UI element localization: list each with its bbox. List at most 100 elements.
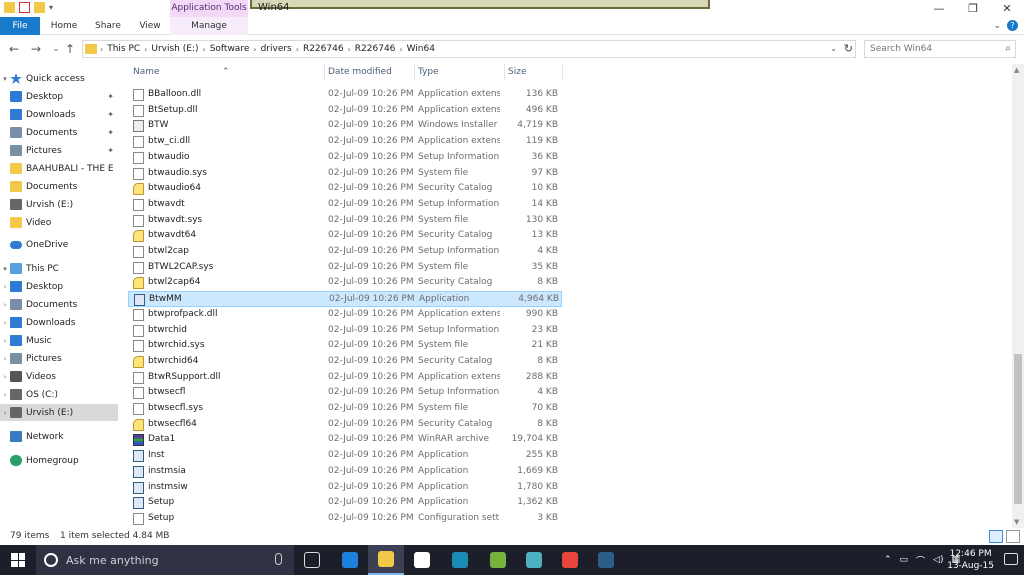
close-button[interactable]: ✕ — [990, 0, 1024, 17]
start-button[interactable] — [0, 545, 36, 575]
tab-view[interactable]: View — [130, 17, 170, 35]
properties-icon[interactable] — [19, 2, 30, 13]
column-type[interactable]: Type — [418, 67, 439, 77]
table-row[interactable]: Data1 02-Jul-09 10:26 PM WinRAR archive 19,… — [128, 432, 562, 448]
taskbar-app-button[interactable] — [442, 545, 478, 575]
table-row[interactable]: btwl2cap64 02-Jul-09 10:26 PM Security Cat… — [128, 275, 562, 291]
volume-icon[interactable]: ◁) — [933, 555, 943, 565]
expanded-arrow-icon[interactable]: ▾ — [0, 75, 10, 83]
sidebar-item-quick-access[interactable]: Pictures ✦ — [0, 142, 118, 159]
up-button[interactable]: ↑ — [62, 41, 78, 57]
scroll-down-icon[interactable]: ▼ — [1014, 518, 1019, 526]
breadcrumb-drivers[interactable]: drivers — [257, 44, 296, 54]
maximize-button[interactable]: ❐ — [956, 0, 990, 17]
column-date[interactable]: Date modified — [328, 67, 392, 77]
nav-onedrive[interactable]: OneDrive — [0, 236, 118, 253]
sidebar-item-quick-access[interactable]: Desktop ✦ — [0, 88, 118, 105]
breadcrumb-software[interactable]: Software — [206, 44, 254, 54]
scroll-up-icon[interactable]: ▲ — [1014, 66, 1019, 74]
minimize-button[interactable]: — — [922, 0, 956, 17]
table-row[interactable]: BtwRSupport.dll 02-Jul-09 10:26 PM Applica… — [128, 370, 562, 386]
nav-quick-access[interactable]: ▾ Quick access — [0, 70, 118, 87]
column-size[interactable]: Size — [508, 67, 526, 77]
taskbar-steam-button[interactable] — [588, 545, 624, 575]
collapsed-arrow-icon[interactable]: › — [0, 355, 10, 363]
breadcrumb-r226746-inner[interactable]: R226746 — [351, 44, 400, 54]
collapsed-arrow-icon[interactable]: › — [0, 301, 10, 309]
details-view-button[interactable] — [989, 530, 1003, 543]
collapsed-arrow-icon[interactable]: › — [0, 373, 10, 381]
expanded-arrow-icon[interactable]: ▾ — [0, 265, 10, 273]
back-button[interactable]: ← — [6, 41, 22, 57]
nav-homegroup[interactable]: Homegroup — [0, 452, 118, 469]
nav-this-pc[interactable]: ▾ This PC — [0, 260, 118, 277]
sidebar-item-this-pc[interactable]: › Music — [0, 332, 118, 349]
table-row[interactable]: instmsia 02-Jul-09 10:26 PM Application 1,6… — [128, 464, 562, 480]
collapsed-arrow-icon[interactable]: › — [0, 391, 10, 399]
taskbar-media-player-button[interactable] — [516, 545, 552, 575]
breadcrumb-this-pc[interactable]: This PC — [103, 44, 144, 54]
sidebar-item-this-pc[interactable]: › Videos — [0, 368, 118, 385]
breadcrumb-drive[interactable]: Urvish (E:) — [147, 44, 202, 54]
table-row[interactable]: BTW 02-Jul-09 10:26 PM Windows Installer .… — [128, 118, 562, 134]
forward-button[interactable]: → — [28, 41, 44, 57]
table-row[interactable]: btw_ci.dll 02-Jul-09 10:26 PM Application … — [128, 134, 562, 150]
table-row[interactable]: BtSetup.dll 02-Jul-09 10:26 PM Application… — [128, 103, 562, 119]
column-divider[interactable] — [504, 64, 505, 81]
tab-file[interactable]: File — [0, 17, 40, 35]
sidebar-item-quick-access[interactable]: Urvish (E:) — [0, 196, 118, 213]
table-row[interactable]: btwsecfl.sys 02-Jul-09 10:26 PM System fil… — [128, 401, 562, 417]
column-name[interactable]: Name — [133, 67, 160, 77]
address-bar[interactable]: › This PC › Urvish (E:) › Software › dri… — [82, 40, 856, 58]
refresh-icon[interactable]: ↻ — [844, 42, 853, 55]
sidebar-item-quick-access[interactable]: BAAHUBALI - THE E — [0, 160, 118, 177]
sidebar-item-this-pc[interactable]: › Documents — [0, 296, 118, 313]
pin-icon[interactable]: ✦ — [107, 92, 114, 101]
sidebar-item-this-pc[interactable]: › OS (C:) — [0, 386, 118, 403]
sidebar-item-this-pc[interactable]: › Downloads — [0, 314, 118, 331]
scrollbar-thumb[interactable] — [1014, 354, 1022, 504]
taskbar-file-explorer-button[interactable] — [368, 545, 404, 575]
cortana-search-box[interactable]: Ask me anything — [36, 545, 294, 575]
sidebar-item-this-pc[interactable]: › Pictures — [0, 350, 118, 367]
pin-icon[interactable]: ✦ — [107, 110, 114, 119]
pin-icon[interactable]: ✦ — [107, 128, 114, 137]
table-row[interactable]: BBalloon.dll 02-Jul-09 10:26 PM Applicatio… — [128, 87, 562, 103]
search-icon[interactable]: ⌕ — [1005, 41, 1011, 57]
microphone-icon[interactable] — [275, 553, 282, 565]
column-divider[interactable] — [324, 64, 325, 81]
table-row[interactable]: btwaudio64 02-Jul-09 10:26 PM Security Cat… — [128, 181, 562, 197]
collapsed-arrow-icon[interactable]: › — [0, 409, 10, 417]
table-row[interactable]: instmsiw 02-Jul-09 10:26 PM Application 1,7… — [128, 480, 562, 496]
collapsed-arrow-icon[interactable]: › — [0, 283, 10, 291]
nav-network[interactable]: Network — [0, 428, 118, 445]
table-row[interactable]: btwsecfl64 02-Jul-09 10:26 PM Security Cat… — [128, 417, 562, 433]
new-folder-icon[interactable] — [34, 2, 45, 13]
table-row[interactable]: btwavdt.sys 02-Jul-09 10:26 PM System file… — [128, 213, 562, 229]
address-dropdown-icon[interactable]: ⌄ — [830, 44, 837, 53]
help-icon[interactable]: ? — [1007, 20, 1018, 31]
table-row[interactable]: btwsecfl 02-Jul-09 10:26 PM Setup Informat… — [128, 385, 562, 401]
table-row[interactable]: btwrchid64 02-Jul-09 10:26 PM Security Cat… — [128, 354, 562, 370]
collapsed-arrow-icon[interactable]: › — [0, 337, 10, 345]
taskbar-utorrent-button[interactable] — [480, 545, 516, 575]
table-row[interactable]: BTWL2CAP.sys 02-Jul-09 10:26 PM System fil… — [128, 260, 562, 276]
table-row[interactable]: btwaudio.sys 02-Jul-09 10:26 PM System fil… — [128, 166, 562, 182]
search-input[interactable]: Search Win64 ⌕ — [864, 40, 1016, 58]
tab-home[interactable]: Home — [42, 17, 86, 35]
table-row[interactable]: Setup 02-Jul-09 10:26 PM Application 1,362 … — [128, 495, 562, 511]
table-row[interactable]: btwprofpack.dll 02-Jul-09 10:26 PM Applica… — [128, 307, 562, 323]
table-row[interactable]: btwavdt64 02-Jul-09 10:26 PM Security Cata… — [128, 228, 562, 244]
battery-icon[interactable]: ▭ — [900, 555, 909, 565]
sidebar-item-quick-access[interactable]: Documents ✦ — [0, 124, 118, 141]
breadcrumb-r226746-outer[interactable]: R226746 — [299, 44, 348, 54]
vertical-scrollbar[interactable]: ▲ ▼ — [1012, 64, 1024, 528]
sidebar-item-quick-access[interactable]: Downloads ✦ — [0, 106, 118, 123]
taskbar-task-view-button[interactable] — [294, 545, 330, 575]
table-row[interactable]: btwrchid.sys 02-Jul-09 10:26 PM System fil… — [128, 338, 562, 354]
collapsed-arrow-icon[interactable]: › — [0, 319, 10, 327]
tab-share[interactable]: Share — [86, 17, 130, 35]
column-divider[interactable] — [562, 64, 563, 81]
taskbar-store-button[interactable] — [404, 545, 440, 575]
table-row[interactable]: btwl2cap 02-Jul-09 10:26 PM Setup Informat… — [128, 244, 562, 260]
